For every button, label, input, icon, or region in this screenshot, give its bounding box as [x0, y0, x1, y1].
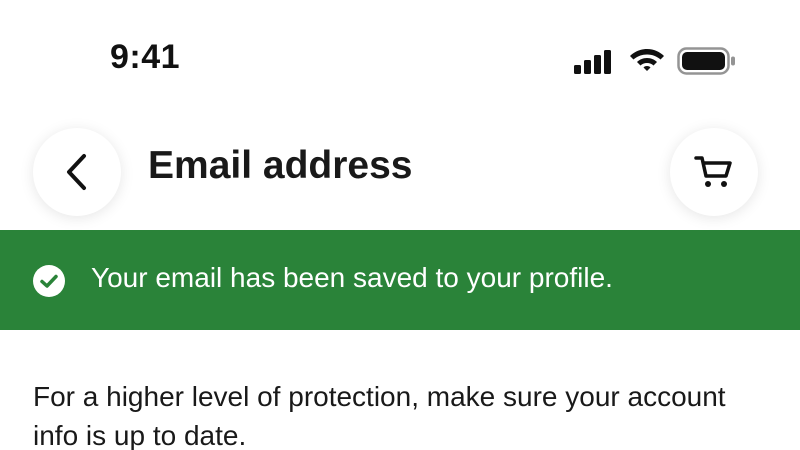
cart-icon [694, 156, 732, 187]
back-button[interactable] [33, 128, 121, 216]
status-time: 9:41 [110, 38, 181, 76]
status-bar: 9:41 [0, 0, 800, 110]
page-title: Email address [148, 144, 413, 187]
account-info-text: For a higher level of protection, make s… [33, 381, 726, 450]
page-header: Email address [0, 110, 800, 230]
chevron-left-icon [67, 154, 86, 190]
battery-full-icon [677, 47, 735, 75]
success-banner: Your email has been saved to your profil… [0, 230, 800, 330]
check-circle-icon [33, 265, 65, 297]
email-address-screen: 9:41 Email address Your email has been s… [0, 0, 800, 450]
cellular-signal-icon [574, 50, 611, 74]
wifi-icon [630, 49, 664, 71]
cart-button[interactable] [670, 128, 758, 216]
success-message: Your email has been saved to your profil… [91, 262, 613, 293]
